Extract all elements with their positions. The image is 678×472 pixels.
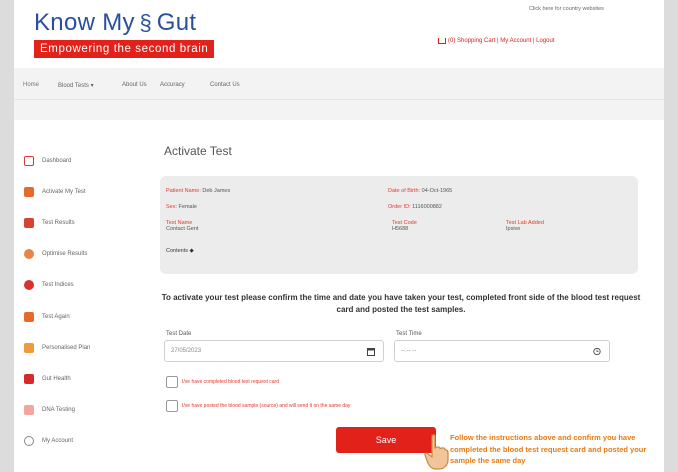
- test-time-label: Test Time: [396, 331, 422, 337]
- optimise-icon: [24, 249, 34, 259]
- sidebar-item-test-again[interactable]: Test Again: [24, 312, 70, 322]
- calendar-icon[interactable]: [367, 347, 375, 356]
- test-time-value: --:-- --: [401, 348, 417, 354]
- sidebar-item-label: Test Indices: [42, 282, 74, 288]
- test-lab-col: Test Lab Added Ipsive: [506, 220, 544, 232]
- patient-name-row: Patient Name: Deb James: [166, 188, 230, 194]
- logo-tagline: Empowering the second brain: [34, 40, 215, 58]
- sidebar-item-label: Personalised Plan: [42, 345, 91, 351]
- order-id-row: Order ID: 1116000882: [388, 204, 442, 210]
- save-button[interactable]: Save: [336, 427, 436, 453]
- activate-icon: [24, 187, 34, 197]
- cart-icon[interactable]: [438, 38, 446, 44]
- sex-label: Sex:: [166, 204, 178, 210]
- hand-cursor-icon: [424, 434, 449, 470]
- sidebar-item-label: Activate My Test: [42, 189, 86, 195]
- sample-posted-checkbox-label: I/ve have posted the blood sample (sourc…: [182, 403, 351, 409]
- dna-icon: [24, 405, 34, 415]
- dob-label: Date of Birth:: [388, 188, 421, 194]
- main-content: Activate Test Patient Name: Deb James Se…: [140, 120, 664, 472]
- gut-icon: [24, 374, 34, 384]
- dashboard-icon: [24, 156, 34, 166]
- country-websites-link[interactable]: Click here for country websites: [529, 6, 604, 12]
- patient-info-panel: Patient Name: Deb James Sex: Female Date…: [160, 176, 638, 274]
- dob-row: Date of Birth: 04-Oct-1965: [388, 188, 452, 194]
- gut-logo-icon: §: [139, 10, 153, 35]
- clock-icon[interactable]: [593, 347, 601, 356]
- nav-accuracy[interactable]: Accuracy: [160, 82, 185, 88]
- sidebar-item-label: Dashboard: [42, 158, 72, 164]
- contents-label: Contents: [166, 248, 189, 254]
- sidebar-item-label: Test Again: [42, 314, 70, 320]
- sidebar-item-gut-health[interactable]: Gut Health: [24, 374, 71, 384]
- spacer-band: [14, 100, 664, 120]
- dob-value: 04-Oct-1965: [421, 188, 453, 194]
- nav-contact-us[interactable]: Contact Us: [210, 82, 240, 88]
- sample-posted-checkbox-row[interactable]: I/ve have posted the blood sample (sourc…: [166, 400, 350, 412]
- logo-text-part2: Gut: [156, 9, 197, 36]
- test-again-icon: [24, 312, 34, 322]
- sidebar-item-activate[interactable]: Activate My Test: [24, 187, 86, 197]
- cart-account-logout-links[interactable]: (0) Shopping Cart | My Account | Logout: [448, 38, 555, 44]
- results-icon: [24, 218, 34, 228]
- test-code-col: Test Code H5688: [392, 220, 417, 232]
- sidebar-item-account[interactable]: My Account: [24, 436, 73, 446]
- instruction-note: Follow the instructions above and confir…: [450, 433, 647, 465]
- sidebar-item-indices[interactable]: Test Indices: [24, 280, 74, 290]
- activation-instructions: To activate your test please confirm the…: [161, 293, 641, 314]
- test-date-input[interactable]: 27/05/2023: [164, 340, 384, 362]
- patient-name-label: Patient Name:: [166, 188, 201, 194]
- request-card-checkbox[interactable]: [166, 376, 178, 388]
- site-header: Know My § Gut Empowering the second brai…: [14, 0, 664, 68]
- sidebar-item-dashboard[interactable]: Dashboard: [24, 156, 71, 166]
- test-name-col: Test Name Contact Gent: [166, 220, 198, 232]
- contents-toggle[interactable]: Contents ◆: [166, 248, 194, 254]
- test-name-value: Contact Gent: [166, 226, 199, 232]
- test-date-label: Test Date: [166, 331, 192, 337]
- plan-icon: [24, 343, 34, 353]
- account-icon: [24, 436, 34, 446]
- logo-text-part1: Know My: [34, 9, 135, 36]
- sample-posted-checkbox[interactable]: [166, 400, 178, 412]
- page-title: Activate Test: [164, 144, 232, 158]
- test-code-value: H5688: [392, 226, 409, 232]
- sidebar-item-label: Gut Health: [42, 376, 71, 382]
- sidebar-item-label: DNA Testing: [42, 407, 75, 413]
- indices-icon: [24, 280, 34, 290]
- order-id-value: 1116000882: [412, 204, 442, 210]
- sidebar-item-dna[interactable]: DNA Testing: [24, 405, 75, 415]
- nav-blood-tests[interactable]: Blood Tests ▾: [58, 82, 94, 89]
- sidebar: Dashboard Activate My Test Test Results …: [14, 120, 140, 472]
- order-id-label: Order ID:: [388, 204, 411, 210]
- sidebar-item-label: Optimise Results: [42, 251, 88, 257]
- request-card-checkbox-label: I/ve have completed blood test request c…: [182, 379, 280, 385]
- main-nav: Home Blood Tests ▾ About Us Accuracy Con…: [14, 68, 664, 100]
- request-card-checkbox-row[interactable]: I/ve have completed blood test request c…: [166, 376, 279, 388]
- test-date-value: 27/05/2023: [171, 348, 202, 354]
- sidebar-item-plan[interactable]: Personalised Plan: [24, 343, 90, 353]
- caret-icon: ◆: [189, 248, 194, 254]
- sex-row: Sex: Female: [166, 204, 197, 210]
- nav-about-us[interactable]: About Us: [122, 82, 147, 88]
- sidebar-item-results[interactable]: Test Results: [24, 218, 75, 228]
- test-lab-value: Ipsive: [506, 226, 521, 232]
- sidebar-item-label: Test Results: [42, 220, 75, 226]
- sidebar-item-label: My Account: [42, 438, 74, 444]
- sex-value: Female: [178, 204, 197, 210]
- sidebar-item-optimise[interactable]: Optimise Results: [24, 249, 87, 259]
- logo[interactable]: Know My § Gut Empowering the second brai…: [34, 9, 215, 58]
- test-time-input[interactable]: --:-- --: [394, 340, 610, 362]
- nav-home[interactable]: Home: [23, 82, 39, 88]
- patient-name-value: Deb James: [202, 188, 231, 194]
- account-links[interactable]: (0) Shopping Cart | My Account | Logout: [438, 38, 555, 44]
